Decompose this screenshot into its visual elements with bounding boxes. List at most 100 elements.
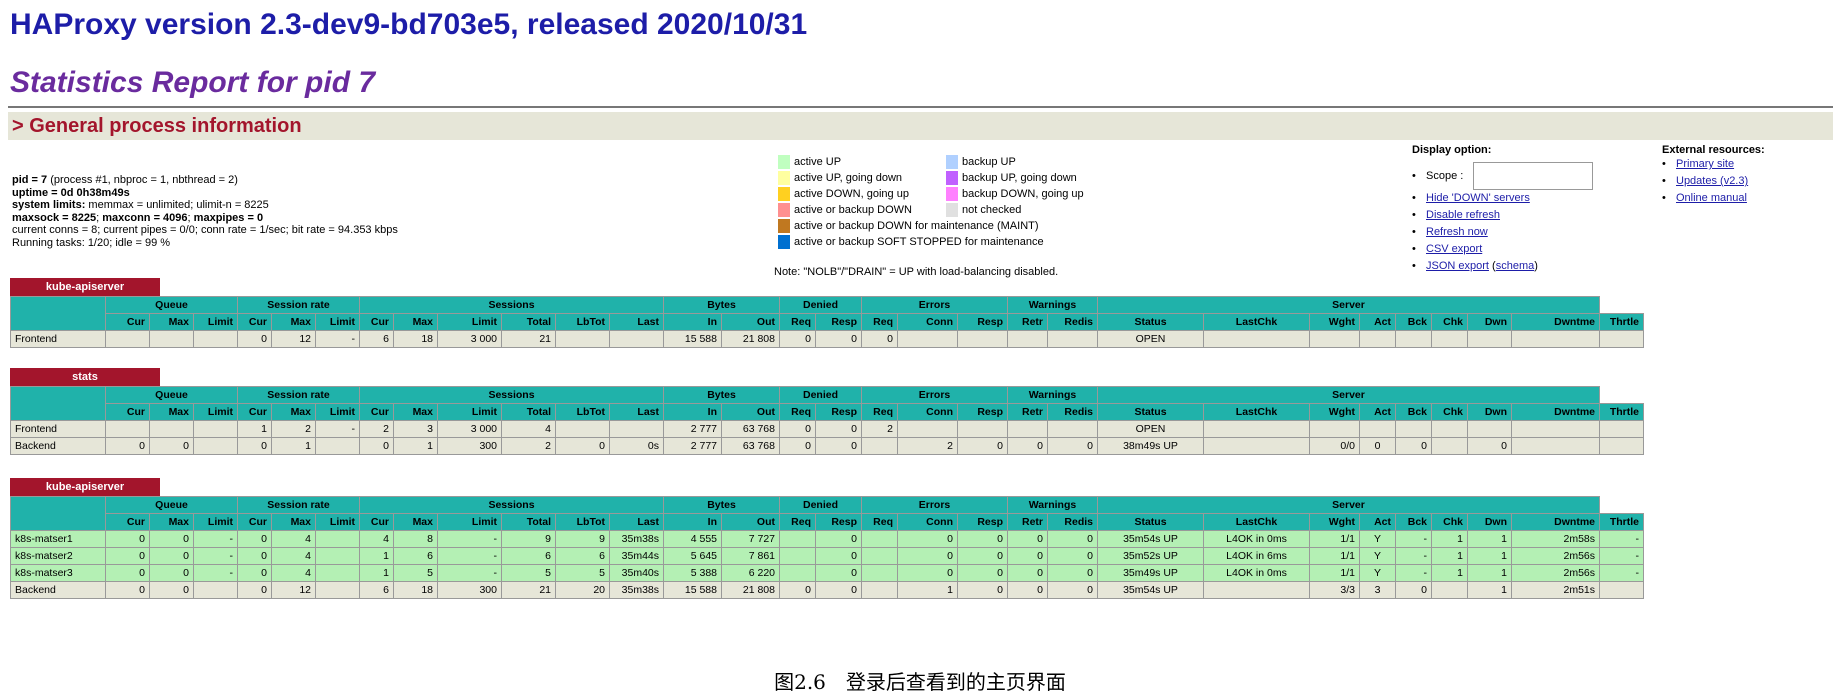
- header-col: Dwntme: [1511, 313, 1600, 331]
- header-group: Queue: [105, 496, 238, 514]
- row-cell: 2: [271, 420, 316, 438]
- disable-refresh-link[interactable]: Disable refresh: [1426, 209, 1500, 221]
- row-name[interactable]: Backend: [10, 437, 106, 455]
- schema-link[interactable]: schema: [1496, 260, 1535, 272]
- row-cell: 0: [861, 330, 898, 348]
- row-cell: 3: [393, 420, 438, 438]
- proxy-name[interactable]: kube-apiserver: [10, 278, 160, 296]
- header-col: Thrtle: [1599, 403, 1644, 421]
- row-cell: -: [437, 530, 502, 548]
- header-col: Chk: [1431, 513, 1468, 531]
- legend-item: active DOWN, going up: [778, 187, 909, 201]
- header-col: Limit: [193, 403, 238, 421]
- row-cell: 5: [501, 564, 556, 582]
- row-cell: 0: [237, 547, 272, 565]
- row-cell: 0: [105, 547, 150, 565]
- row-cell: -: [315, 330, 360, 348]
- row-cell: 18: [393, 581, 438, 599]
- row-name[interactable]: k8s-matser2: [10, 547, 106, 565]
- row-cell: [609, 330, 664, 348]
- refresh-now-link[interactable]: Refresh now: [1426, 226, 1488, 238]
- row-cell: 0: [149, 564, 194, 582]
- header-col: Req: [779, 513, 816, 531]
- row-cell: [1599, 581, 1644, 599]
- row-cell: 0: [237, 330, 272, 348]
- header-col: In: [663, 513, 722, 531]
- header-col: Max: [271, 403, 316, 421]
- row-cell: [1359, 420, 1396, 438]
- proxy-name[interactable]: stats: [10, 368, 160, 386]
- row-name[interactable]: Frontend: [10, 420, 106, 438]
- legend-swatch: [778, 203, 790, 217]
- primary-site-link[interactable]: Primary site: [1676, 158, 1734, 170]
- row-cell: 0: [897, 547, 958, 565]
- row-cell: 1: [237, 420, 272, 438]
- scope-input[interactable]: [1473, 162, 1594, 191]
- json-export-link[interactable]: JSON export: [1426, 260, 1489, 272]
- header-col: Out: [721, 313, 780, 331]
- row-cell: 300: [437, 581, 502, 599]
- row-name[interactable]: k8s-matser1: [10, 530, 106, 548]
- header-col: Req: [779, 313, 816, 331]
- row-name[interactable]: Frontend: [10, 330, 106, 348]
- header-col: Out: [721, 513, 780, 531]
- row-cell: 0/0: [1309, 437, 1360, 455]
- row-cell: -: [1599, 564, 1644, 582]
- header-col: LastChk: [1203, 513, 1310, 531]
- row-name[interactable]: Backend: [10, 581, 106, 599]
- row-cell: 2: [861, 420, 898, 438]
- header-col: Limit: [193, 513, 238, 531]
- legend-item: backup UP, going down: [946, 171, 1077, 185]
- row-name[interactable]: k8s-matser3: [10, 564, 106, 582]
- row-cell: Y: [1359, 564, 1396, 582]
- header-col: Last: [609, 403, 664, 421]
- row-cell: [1047, 420, 1098, 438]
- row-cell: 1: [1431, 564, 1468, 582]
- header-group: Session rate: [237, 296, 360, 314]
- row-cell: [1309, 330, 1360, 348]
- row-cell: [957, 330, 1008, 348]
- header-col: Max: [149, 403, 194, 421]
- row-cell: 0: [815, 581, 862, 599]
- header-col: Max: [393, 313, 438, 331]
- divider: [8, 106, 1833, 108]
- figure-caption: 图2.6 登录后查看到的主页界面: [774, 670, 1066, 694]
- uptime-label: uptime = 0d 0h38m49s: [12, 186, 130, 199]
- row-cell: 0s: [609, 437, 664, 455]
- row-cell: 12: [271, 330, 316, 348]
- header-group: Denied: [779, 496, 862, 514]
- row-cell: -: [315, 420, 360, 438]
- row-cell: 0: [359, 437, 394, 455]
- tasks-info: Running tasks: 1/20; idle = 99 %: [12, 236, 171, 249]
- row-cell: [1395, 420, 1432, 438]
- header-col: Wght: [1309, 403, 1360, 421]
- proxy-name[interactable]: kube-apiserver: [10, 478, 160, 496]
- header-col: Resp: [957, 403, 1008, 421]
- header-group: Bytes: [663, 386, 780, 404]
- csv-export-link[interactable]: CSV export: [1426, 243, 1482, 255]
- row-cell: [315, 437, 360, 455]
- row-cell: 0: [815, 530, 862, 548]
- hide-down-link[interactable]: Hide 'DOWN' servers: [1426, 192, 1530, 204]
- legend-label: active or backup DOWN for maintenance (M…: [794, 220, 1039, 232]
- updates-link[interactable]: Updates (v2.3): [1676, 175, 1748, 187]
- table-row: Backend 0 0 0 1 0 1 300 2 0 0s 2 777 63 768 0 0 2 0 0 0 38m…: [10, 437, 1644, 455]
- row-cell: 1: [393, 437, 438, 455]
- header-group: Warnings: [1007, 496, 1098, 514]
- header-col: Cur: [237, 513, 272, 531]
- row-cell: 2: [897, 437, 958, 455]
- legend-note: Note: "NOLB"/"DRAIN" = UP with load-bala…: [774, 266, 1059, 278]
- row-cell: L4OK in 6ms: [1203, 547, 1310, 565]
- table-row: k8s-matser1 0 0-0 4 4 8-9 9 35m38s 4 555 7 727 0 0 0…: [10, 530, 1644, 548]
- row-cell: 21 808: [721, 581, 780, 599]
- row-cell: 0: [1007, 530, 1048, 548]
- row-cell: 0: [897, 564, 958, 582]
- row-cell: 0: [957, 437, 1008, 455]
- header-col: Max: [393, 513, 438, 531]
- row-cell: 4: [501, 420, 556, 438]
- header-name: [10, 386, 106, 421]
- legend-swatch: [778, 187, 790, 201]
- header-col: Bck: [1395, 513, 1432, 531]
- row-cell: [315, 564, 360, 582]
- online-manual-link[interactable]: Online manual: [1676, 192, 1747, 204]
